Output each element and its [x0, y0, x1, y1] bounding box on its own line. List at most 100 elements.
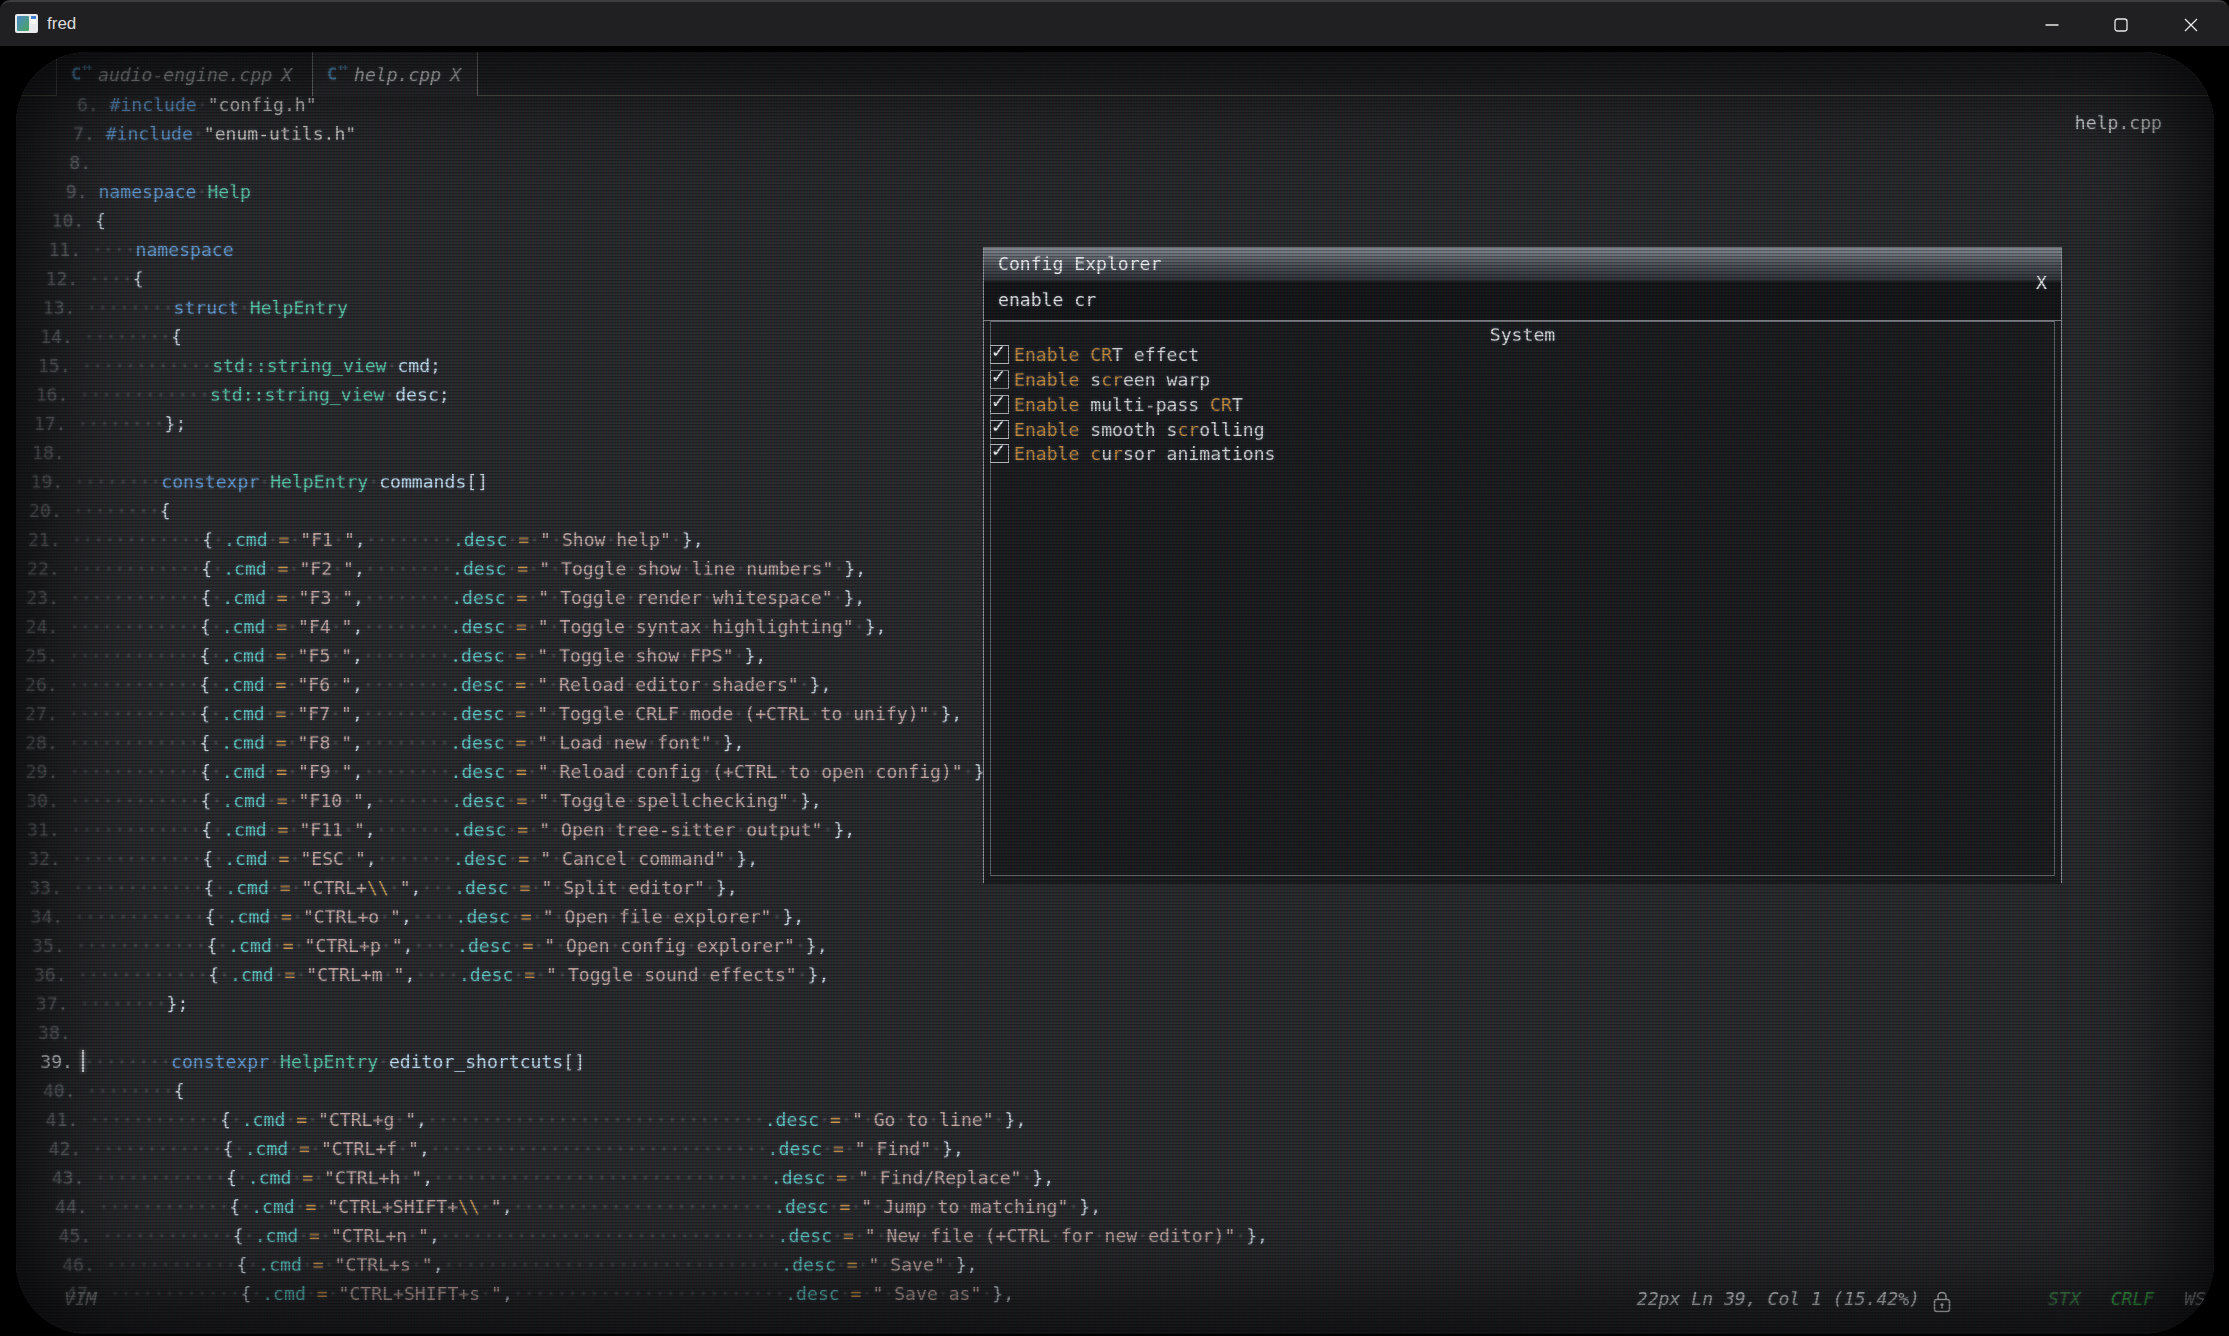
code-line-17[interactable]: 17. ········}; [34, 409, 187, 438]
code-line-31[interactable]: 31. ············{·.cmd·=·"F11·",·······.… [27, 815, 855, 844]
code-line-29[interactable]: 29. ············{·.cmd·=·"F9·",········.… [26, 757, 996, 786]
minimize-button[interactable] [2029, 2, 2075, 48]
check-icon: ✓ [992, 414, 1005, 438]
config-option-0[interactable]: ✓Enable CRT effect [990, 343, 1199, 368]
status-bar: VIM 22px Ln 39, Col 1 (15.42%) STX CRLF … [16, 1288, 2214, 1316]
code-line-22[interactable]: 22. ············{·.cmd·=·"F2·",········.… [27, 554, 866, 583]
code-line-9[interactable]: 9. namespace·Help [55, 177, 251, 206]
checkbox[interactable]: ✓ [990, 444, 1009, 463]
config-option-1[interactable]: ✓ Enable screen warp [990, 367, 1210, 392]
code-line-13[interactable]: 13. ········struct·HelpEntry [43, 293, 348, 322]
code-line-14[interactable]: 14. ········{ [40, 322, 182, 351]
filename-osd: help.cpp [2075, 112, 2162, 133]
popup-titlebar[interactable]: Config Explorer [984, 248, 2061, 282]
code-line-46[interactable]: 46. ············{·.cmd·=·"CTRL+s·",·····… [62, 1250, 977, 1279]
lock-icon [1932, 1290, 1952, 1314]
line-number: 10. [52, 210, 96, 231]
checkbox[interactable]: ✓ [990, 345, 1009, 364]
code-line-42[interactable]: 42. ············{·.cmd·=·"CTRL+f·",·····… [49, 1134, 964, 1163]
code-line-18[interactable]: 18. [32, 438, 76, 467]
code-line-19[interactable]: 19. ········constexpr·HelpEntry·commands… [31, 467, 489, 496]
line-number: 43. [52, 1167, 96, 1188]
line-number: 32. [28, 848, 72, 869]
code-line-41[interactable]: 41. ············{·.cmd·=·"CTRL+g·",·····… [46, 1105, 1027, 1134]
code-line-7[interactable]: 7. #include·"enum-utils.h" [62, 119, 356, 148]
code-line-27[interactable]: 27. ············{·.cmd·=·"F7·",········.… [25, 699, 962, 728]
code-line-15[interactable]: 15. ············std::string_view·cmd; [38, 351, 441, 380]
code-line-21[interactable]: 21. ············{·.cmd·=·"F1·",········.… [28, 525, 704, 554]
line-number: 13. [43, 297, 87, 318]
check-icon: ✓ [992, 389, 1005, 413]
code-line-44[interactable]: 44. ············{·.cmd·=·"CTRL+SHIFT+\\·… [55, 1192, 1101, 1221]
config-search-input[interactable]: enable cr [984, 282, 2061, 321]
config-option-3[interactable]: ✓Enable smooth scrolling [990, 417, 1265, 442]
check-icon: ✓ [992, 364, 1005, 388]
code-line-11[interactable]: 11. ····namespace [48, 235, 233, 264]
tab-close-icon[interactable]: X [281, 64, 292, 85]
popup-close-icon[interactable]: X [2036, 272, 2047, 293]
crt-screen: C++ audio-engine.cpp X C++ help.cpp X he… [16, 52, 2214, 1334]
config-option-label: Enable cursor animations [1014, 443, 1276, 464]
line-number: 27. [25, 703, 69, 724]
status-flags: STX CRLF WS [2048, 1288, 2206, 1309]
line-number: 15. [38, 355, 82, 376]
code-line-24[interactable]: 24. ············{·.cmd·=·"F4·",········.… [26, 612, 887, 641]
config-option-label: Enable screen warp [1014, 369, 1210, 390]
line-number: 26. [25, 674, 69, 695]
config-option-4[interactable]: ✓ Enable cursor animations [990, 441, 1276, 466]
config-option-2[interactable]: ✓Enable multi-pass CRT [990, 392, 1243, 417]
code-line-23[interactable]: 23. ············{·.cmd·=·"F3·",········.… [26, 583, 865, 612]
line-number: 30. [26, 790, 70, 811]
code-line-34[interactable]: 34. ············{·.cmd·=·"CTRL+o·",····.… [31, 902, 805, 931]
code-line-10[interactable]: 10. { [52, 206, 106, 235]
tab-close-icon[interactable]: X [450, 64, 461, 85]
code-line-20[interactable]: 20. ········{ [29, 496, 171, 525]
line-number: 17. [34, 413, 78, 434]
close-button[interactable] [2168, 2, 2214, 48]
line-number: 18. [32, 442, 76, 463]
checkbox[interactable]: ✓ [990, 395, 1009, 414]
tab-label: audio-engine.cpp [98, 64, 272, 85]
code-line-28[interactable]: 28. ············{·.cmd·=·"F8·",········.… [25, 728, 744, 757]
code-line-38[interactable]: 38. [38, 1018, 82, 1047]
config-explorer-popup: Config Explorer X enable cr System ✓Enab… [983, 247, 2062, 883]
line-number: 36. [34, 964, 78, 985]
minimize-icon [2045, 18, 2060, 33]
code-line-40[interactable]: 40. ········{ [43, 1076, 185, 1105]
code-line-26[interactable]: 26. ············{·.cmd·=·"F6·",········.… [25, 670, 831, 699]
line-number: 31. [27, 819, 71, 840]
code-line-45[interactable]: 45. ············{·.cmd·=·"CTRL+n·",·····… [59, 1221, 1269, 1250]
code-line-33[interactable]: 33. ············{·.cmd·=·"CTRL+\\·",···.… [29, 873, 737, 902]
code-line-36[interactable]: 36. ············{·.cmd·=·"CTRL+m·",····.… [34, 960, 830, 989]
checkbox[interactable]: ✓ [990, 370, 1009, 389]
close-icon [2184, 18, 2199, 33]
line-number: 7. [62, 123, 106, 144]
line-number: 16. [36, 384, 80, 405]
code-line-8[interactable]: 8. [58, 148, 102, 177]
line-number: 20. [29, 500, 73, 521]
line-number: 21. [28, 529, 72, 550]
code-line-37[interactable]: 37. ········}; [36, 989, 189, 1018]
line-number: 28. [25, 732, 69, 753]
code-line-25[interactable]: 25. ············{·.cmd·=·"F5·",········.… [25, 641, 766, 670]
code-line-30[interactable]: 30. ············{·.cmd·=·"F10·",·······.… [26, 786, 821, 815]
code-line-43[interactable]: 43. ············{·.cmd·=·"CTRL+h·",·····… [52, 1163, 1054, 1192]
checkbox[interactable]: ✓ [990, 420, 1009, 439]
text-cursor [82, 1050, 84, 1072]
code-line-39[interactable]: 39. ········constexpr·HelpEntry·editor_s… [40, 1047, 585, 1076]
code-line-35[interactable]: 35. ············{·.cmd·=·"CTRL+p·",····.… [32, 931, 828, 960]
check-icon: ✓ [992, 339, 1005, 363]
code-line-16[interactable]: 16. ············std::string_view·desc; [36, 380, 450, 409]
flag-stx: STX [2048, 1288, 2081, 1309]
line-number: 40. [43, 1080, 87, 1101]
tab-help-cpp[interactable]: C++ help.cpp X [312, 52, 478, 96]
code-line-12[interactable]: 12. ····{ [46, 264, 144, 293]
line-number: 35. [32, 935, 76, 956]
search-query-text: enable cr [998, 289, 1096, 310]
tab-audio-engine[interactable]: C++ audio-engine.cpp X [56, 52, 312, 96]
code-line-32[interactable]: 32. ············{·.cmd·=·"ESC·",·······.… [28, 844, 758, 873]
line-number: 34. [31, 906, 75, 927]
window-title: fred [47, 14, 76, 34]
line-number: 38. [38, 1022, 82, 1043]
maximize-button[interactable] [2098, 2, 2144, 48]
